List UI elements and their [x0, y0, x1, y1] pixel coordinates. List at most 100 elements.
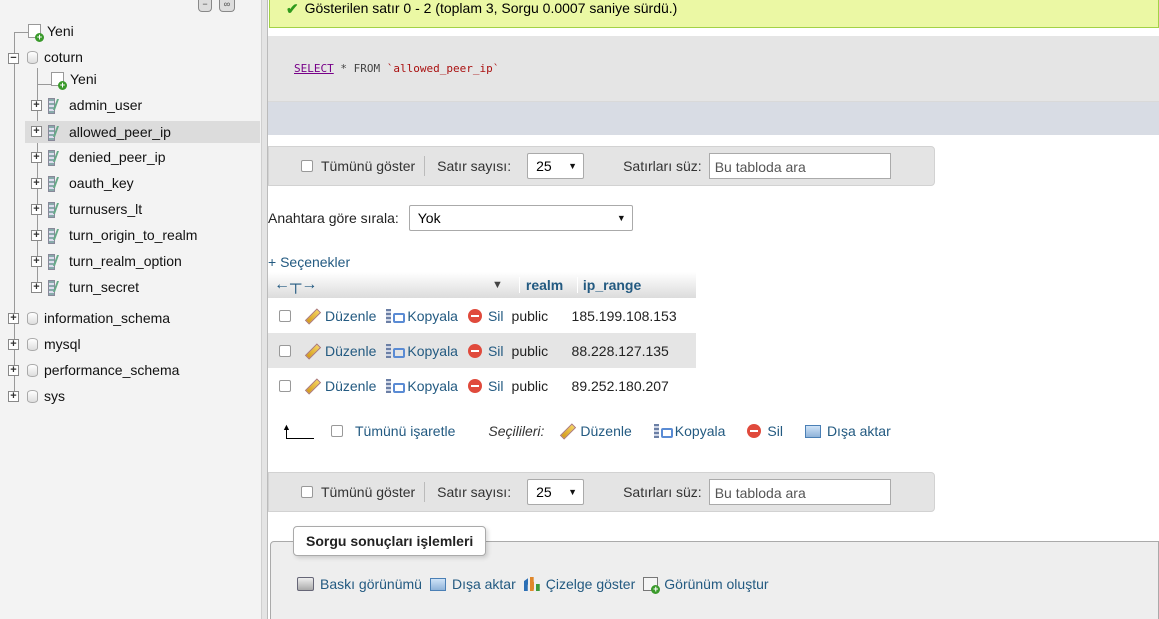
- export-link[interactable]: Dışa aktar: [429, 576, 516, 592]
- edit-row-button[interactable]: Düzenle: [305, 378, 376, 394]
- display-chart-link[interactable]: Çizelge göster: [523, 576, 636, 592]
- tree-item-turn-realm-option[interactable]: turn_realm_option: [48, 250, 182, 272]
- bulk-export-button[interactable]: Dışa aktar: [804, 423, 891, 439]
- tree-item-turn-origin-to-realm[interactable]: turn_origin_to_realm: [48, 224, 197, 246]
- tree-item-oauth-key[interactable]: oauth_key: [48, 172, 134, 194]
- edit-row-button[interactable]: Düzenle: [305, 308, 376, 324]
- tree-item-coturn[interactable]: coturn: [27, 46, 83, 68]
- check-icon: ✔: [286, 1, 299, 18]
- tree-item-turn-secret[interactable]: turn_secret: [48, 276, 139, 298]
- expand-icon[interactable]: +: [31, 100, 42, 111]
- database-icon: [27, 50, 38, 64]
- print-view-label: Baskı görünümü: [320, 576, 422, 592]
- tree-item-label: denied_peer_ip: [69, 149, 166, 165]
- delete-label: Sil: [487, 377, 504, 394]
- table-icon: [48, 125, 64, 141]
- filter-rows-input[interactable]: Bu tabloda ara: [708, 479, 891, 505]
- chevron-down-icon: ▼: [568, 487, 578, 497]
- chart-icon: [523, 577, 540, 591]
- copy-icon: [386, 308, 406, 323]
- show-all-checkbox[interactable]: [301, 486, 313, 498]
- link-icon[interactable]: ∞: [219, 0, 235, 12]
- tree-item-admin-user[interactable]: admin_user: [48, 94, 142, 116]
- delete-row-button[interactable]: Sil: [467, 343, 504, 359]
- database-icon: [27, 337, 38, 351]
- copy-row-button[interactable]: Kopyala: [386, 378, 458, 394]
- row-count-value: 25: [536, 158, 552, 174]
- row-count-select[interactable]: 25 ▼: [527, 479, 585, 505]
- create-view-label: Görünüm oluştur: [664, 576, 769, 592]
- copy-row-button[interactable]: Kopyala: [386, 308, 458, 324]
- filter-rows-input[interactable]: Bu tabloda ara: [708, 153, 891, 179]
- bulk-edit-button[interactable]: Düzenle: [560, 423, 631, 439]
- check-all-label[interactable]: Tümünü işaretle: [355, 423, 455, 439]
- table-icon: [48, 98, 64, 114]
- expand-icon[interactable]: +: [31, 152, 42, 163]
- expand-icon[interactable]: +: [31, 204, 42, 215]
- tree-item-sys[interactable]: sys: [27, 385, 65, 407]
- expand-icon[interactable]: +: [31, 256, 42, 267]
- tree-item-label: information_schema: [44, 310, 171, 326]
- column-header-ip-range[interactable]: ip_range: [576, 277, 688, 293]
- column-header-realm[interactable]: realm: [518, 277, 577, 293]
- row-checkbox[interactable]: [279, 309, 291, 322]
- new-icon: [51, 72, 67, 90]
- database-icon: [27, 389, 38, 403]
- delete-row-button[interactable]: Sil: [467, 377, 504, 394]
- tree-item-label: Yeni: [47, 23, 74, 39]
- sort-label: Anahtara göre sırala:: [268, 209, 399, 226]
- delete-icon: [747, 424, 762, 438]
- collapse-icon[interactable]: −: [8, 53, 19, 64]
- create-view-link[interactable]: Görünüm oluştur: [643, 576, 769, 594]
- column-resize-icon[interactable]: ←┬→: [274, 276, 326, 294]
- row-count-select[interactable]: 25 ▼: [527, 153, 585, 179]
- success-message-text: Gösterilen satır 0 - 2 (toplam 3, Sorgu …: [304, 0, 678, 16]
- show-all-label: Tümünü göster: [321, 158, 416, 174]
- bulk-delete-button[interactable]: Sil: [747, 423, 783, 439]
- tree-item-information-schema[interactable]: information_schema: [27, 307, 170, 329]
- delete-row-button[interactable]: Sil: [467, 308, 504, 324]
- edit-label: Düzenle: [325, 342, 377, 359]
- expand-icon[interactable]: +: [31, 126, 42, 137]
- copy-icon: [386, 378, 406, 393]
- tree-item-denied-peer-ip[interactable]: denied_peer_ip: [48, 146, 166, 168]
- tree-item-label: sys: [44, 388, 65, 404]
- print-view-link[interactable]: Baskı görünümü: [297, 576, 422, 592]
- tree-item-new-database[interactable]: Yeni: [28, 20, 74, 42]
- edit-row-button[interactable]: Düzenle: [305, 343, 376, 359]
- tree-item-label: turn_origin_to_realm: [69, 227, 198, 243]
- expand-icon[interactable]: +: [31, 178, 42, 189]
- row-checkbox[interactable]: [279, 344, 291, 357]
- row-checkbox[interactable]: [279, 379, 291, 392]
- results-nav-bar-bottom: Tümünü göster Satır sayısı: 25 ▼ Satırla…: [268, 472, 935, 512]
- expand-icon[interactable]: +: [8, 365, 19, 376]
- expand-icon[interactable]: +: [8, 391, 19, 402]
- tree-item-label: turn_realm_option: [69, 253, 182, 269]
- success-message: ✔ Gösterilen satır 0 - 2 (toplam 3, Sorg…: [269, 0, 1159, 28]
- tree-item-new-table[interactable]: Yeni: [51, 68, 97, 90]
- sql-query-text[interactable]: SELECT * FROM `allowed_peer_ip`: [294, 62, 499, 75]
- bulk-delete-label: Sil: [767, 423, 783, 439]
- show-all-checkbox[interactable]: [301, 160, 313, 172]
- copy-icon: [653, 424, 673, 438]
- table-icon: [48, 228, 64, 244]
- tree-item-allowed-peer-ip[interactable]: allowed_peer_ip: [25, 121, 260, 143]
- query-results-operations-links: Baskı görünümü Dışa aktar Çizelge göster…: [297, 576, 779, 594]
- expand-icon[interactable]: +: [31, 230, 42, 241]
- options-link[interactable]: + Seçenekler: [268, 254, 350, 270]
- sort-arrow-icon[interactable]: ▼: [492, 279, 503, 291]
- tree-item-performance-schema[interactable]: performance_schema: [27, 359, 179, 381]
- tree-item-turnusers-lt[interactable]: turnusers_lt: [48, 198, 142, 220]
- copy-row-button[interactable]: Kopyala: [386, 343, 458, 359]
- tree-item-mysql[interactable]: mysql: [27, 333, 81, 355]
- row-count-label: Satır sayısı:: [437, 158, 512, 174]
- expand-icon[interactable]: +: [8, 313, 19, 324]
- sort-key-select[interactable]: Yok ▼: [408, 204, 633, 231]
- check-all-checkbox[interactable]: [331, 425, 343, 437]
- bulk-copy-button[interactable]: Kopyala: [653, 423, 725, 439]
- expand-icon[interactable]: +: [8, 339, 19, 350]
- sql-keyword[interactable]: SELECT: [294, 62, 334, 75]
- collapse-all-icon[interactable]: −: [198, 0, 212, 12]
- expand-icon[interactable]: +: [31, 282, 42, 293]
- display-chart-label: Çizelge göster: [545, 576, 636, 592]
